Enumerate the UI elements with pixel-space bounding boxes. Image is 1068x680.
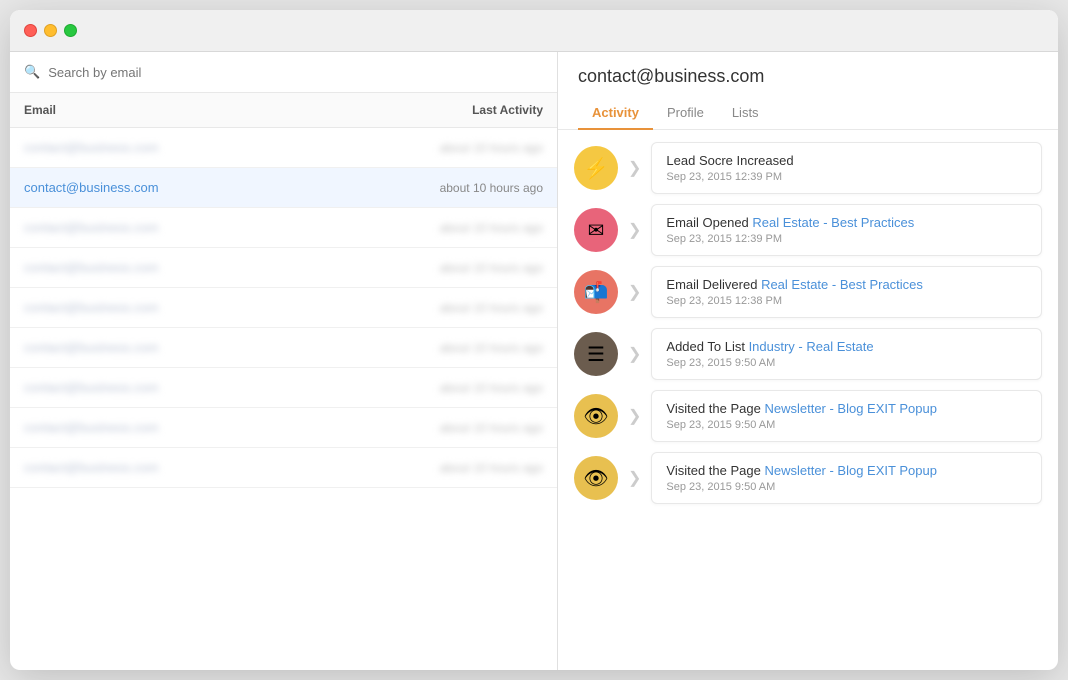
contact-time-cell: about 10 hours ago xyxy=(440,261,543,275)
activity-link[interactable]: Newsletter - Blog EXIT Popup xyxy=(764,463,936,478)
activity-time: Sep 23, 2015 12:39 PM xyxy=(666,171,1027,183)
contact-row[interactable]: contact@business.comabout 10 hours ago xyxy=(10,448,557,488)
contact-time-cell: about 10 hours ago xyxy=(440,461,543,475)
contact-time-cell: about 10 hours ago xyxy=(440,221,543,235)
contact-list: contact@business.comabout 10 hours agoco… xyxy=(10,128,557,670)
contact-email-cell: contact@business.com xyxy=(24,140,440,155)
activity-item: 👁 ❯ Visited the Page Newsletter - Blog EXI… xyxy=(574,452,1042,504)
eye-icon: 👁 xyxy=(574,456,618,500)
tab-profile[interactable]: Profile xyxy=(653,97,718,130)
contact-row[interactable]: contact@business.comabout 10 hours ago xyxy=(10,128,557,168)
search-icon: 🔍 xyxy=(24,64,40,80)
contact-row[interactable]: contact@business.comabout 10 hours ago xyxy=(10,368,557,408)
activity-item: ✉ ❯ Email Opened Real Estate - Best Practi… xyxy=(574,204,1042,256)
list-icon: ☰ xyxy=(574,332,618,376)
right-panel: contact@business.com ActivityProfileList… xyxy=(558,52,1058,670)
activity-card[interactable]: Email Opened Real Estate - Best Practice… xyxy=(651,204,1042,256)
activity-item: 📬 ❯ Email Delivered Real Estate - Best Pra… xyxy=(574,266,1042,318)
activity-card[interactable]: Visited the Page Newsletter - Blog EXIT … xyxy=(651,452,1042,504)
activity-list: ⚡ ❯ Lead Socre Increased Sep 23, 2015 12:39… xyxy=(558,130,1058,670)
app-window: 🔍 Email Last Activity contact@business.c… xyxy=(10,10,1058,670)
traffic-lights xyxy=(24,24,77,37)
close-button[interactable] xyxy=(24,24,37,37)
contact-row[interactable]: contact@business.comabout 10 hours ago xyxy=(10,208,557,248)
activity-card[interactable]: Visited the Page Newsletter - Blog EXIT … xyxy=(651,390,1042,442)
activity-link[interactable]: Industry - Real Estate xyxy=(749,339,874,354)
contact-time-cell: about 10 hours ago xyxy=(440,421,543,435)
activity-link[interactable]: Newsletter - Blog EXIT Popup xyxy=(764,401,936,416)
chevron-icon: ❯ xyxy=(628,282,641,302)
activity-card[interactable]: Email Delivered Real Estate - Best Pract… xyxy=(651,266,1042,318)
contact-email-cell: contact@business.com xyxy=(24,260,440,275)
activity-title: Added To List Industry - Real Estate xyxy=(666,339,1027,354)
eye-icon: 👁 xyxy=(574,394,618,438)
column-header-email: Email xyxy=(24,103,472,117)
titlebar xyxy=(10,10,1058,52)
activity-item: ☰ ❯ Added To List Industry - Real Estate Se… xyxy=(574,328,1042,380)
list-header: Email Last Activity xyxy=(10,93,557,128)
contact-email-cell: contact@business.com xyxy=(24,300,440,315)
left-panel: 🔍 Email Last Activity contact@business.c… xyxy=(10,52,558,670)
contact-time-cell: about 10 hours ago xyxy=(440,341,543,355)
chevron-icon: ❯ xyxy=(628,220,641,240)
contact-row[interactable]: contact@business.comabout 10 hours ago xyxy=(10,408,557,448)
activity-link[interactable]: Real Estate - Best Practices xyxy=(752,215,914,230)
chevron-icon: ❯ xyxy=(628,344,641,364)
tab-lists[interactable]: Lists xyxy=(718,97,773,130)
contact-email-cell: contact@business.com xyxy=(24,220,440,235)
activity-item: 👁 ❯ Visited the Page Newsletter - Blog EXI… xyxy=(574,390,1042,442)
activity-title: Visited the Page Newsletter - Blog EXIT … xyxy=(666,401,1027,416)
activity-title: Visited the Page Newsletter - Blog EXIT … xyxy=(666,463,1027,478)
contact-time-cell: about 10 hours ago xyxy=(440,301,543,315)
activity-time: Sep 23, 2015 9:50 AM xyxy=(666,481,1027,493)
contact-row[interactable]: contact@business.comabout 10 hours ago xyxy=(10,248,557,288)
contact-email-cell: contact@business.com xyxy=(24,460,440,475)
activity-title: Email Delivered Real Estate - Best Pract… xyxy=(666,277,1027,292)
contact-row[interactable]: contact@business.comabout 10 hours ago xyxy=(10,288,557,328)
contact-email-cell: contact@business.com xyxy=(24,340,440,355)
activity-item: ⚡ ❯ Lead Socre Increased Sep 23, 2015 12:39… xyxy=(574,142,1042,194)
activity-time: Sep 23, 2015 9:50 AM xyxy=(666,419,1027,431)
main-content: 🔍 Email Last Activity contact@business.c… xyxy=(10,52,1058,670)
activity-time: Sep 23, 2015 12:39 PM xyxy=(666,233,1027,245)
contact-time-cell: about 10 hours ago xyxy=(440,381,543,395)
contact-row[interactable]: contact@business.comabout 10 hours ago xyxy=(10,168,557,208)
contact-email-title: contact@business.com xyxy=(578,66,1038,87)
contact-row[interactable]: contact@business.comabout 10 hours ago xyxy=(10,328,557,368)
chevron-icon: ❯ xyxy=(628,468,641,488)
activity-link[interactable]: Real Estate - Best Practices xyxy=(761,277,923,292)
activity-card[interactable]: Added To List Industry - Real Estate Sep … xyxy=(651,328,1042,380)
contact-email-cell: contact@business.com xyxy=(24,380,440,395)
activity-time: Sep 23, 2015 12:38 PM xyxy=(666,295,1027,307)
mailbox-icon: 📬 xyxy=(574,270,618,314)
tabs: ActivityProfileLists xyxy=(578,97,1038,129)
contact-email-cell: contact@business.com xyxy=(24,420,440,435)
chevron-icon: ❯ xyxy=(628,158,641,178)
chevron-icon: ❯ xyxy=(628,406,641,426)
contact-time-cell: about 10 hours ago xyxy=(440,141,543,155)
column-header-activity: Last Activity xyxy=(472,103,543,117)
search-bar: 🔍 xyxy=(10,52,557,93)
activity-time: Sep 23, 2015 9:50 AM xyxy=(666,357,1027,369)
minimize-button[interactable] xyxy=(44,24,57,37)
tab-activity[interactable]: Activity xyxy=(578,97,653,130)
right-header: contact@business.com ActivityProfileList… xyxy=(558,52,1058,130)
activity-card[interactable]: Lead Socre Increased Sep 23, 2015 12:39 P… xyxy=(651,142,1042,194)
activity-title: Lead Socre Increased xyxy=(666,153,1027,168)
lightning-icon: ⚡ xyxy=(574,146,618,190)
search-input[interactable] xyxy=(48,65,543,80)
contact-email-cell: contact@business.com xyxy=(24,180,440,195)
mail-icon: ✉ xyxy=(574,208,618,252)
contact-time-cell: about 10 hours ago xyxy=(440,181,543,195)
activity-title: Email Opened Real Estate - Best Practice… xyxy=(666,215,1027,230)
maximize-button[interactable] xyxy=(64,24,77,37)
